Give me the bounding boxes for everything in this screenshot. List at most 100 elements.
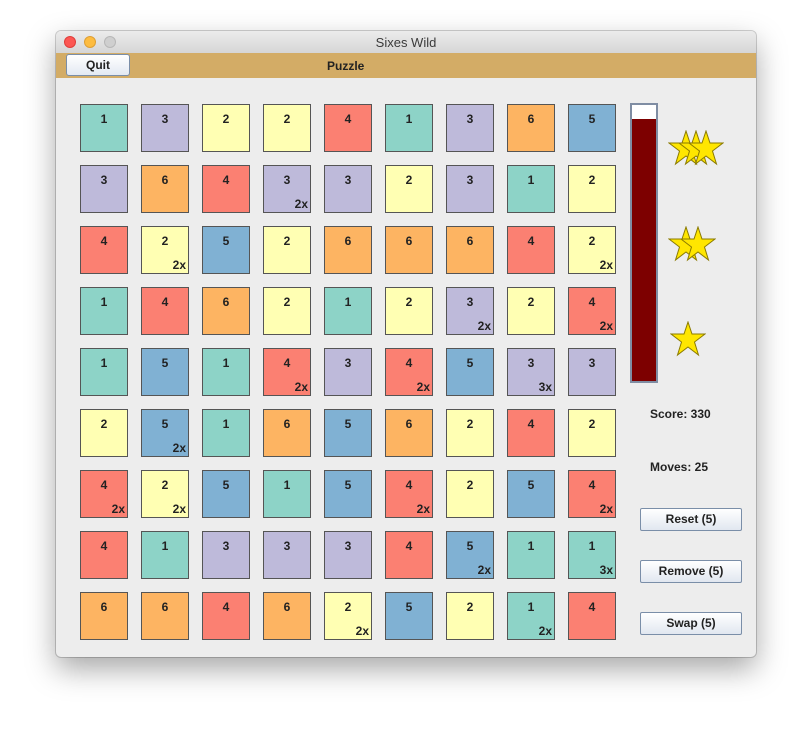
board-tile[interactable]: 6 — [385, 409, 433, 457]
board-tile[interactable]: 5 — [446, 348, 494, 396]
remove-button[interactable]: Remove (5) — [640, 560, 742, 583]
board-tile[interactable]: 2 — [446, 592, 494, 640]
board-tile[interactable]: 6 — [324, 226, 372, 274]
board-tile[interactable]: 2 — [80, 409, 128, 457]
board-tile[interactable]: 3 — [202, 531, 250, 579]
board-tile[interactable]: 6 — [446, 226, 494, 274]
board-tile[interactable]: 6 — [202, 287, 250, 335]
board-tile[interactable]: 2 — [446, 470, 494, 518]
board-tile[interactable]: 2 2x — [141, 470, 189, 518]
board-tile[interactable]: 3 2x — [446, 287, 494, 335]
tile-value: 1 — [527, 173, 535, 187]
board-tile[interactable]: 3 3x — [507, 348, 555, 396]
board-tile[interactable]: 1 3x — [568, 531, 616, 579]
board-tile[interactable]: 4 — [141, 287, 189, 335]
board-tile[interactable]: 1 — [202, 348, 250, 396]
tile-value: 4 — [527, 234, 535, 248]
board-tile[interactable]: 6 — [263, 409, 311, 457]
tile-value: 4 — [344, 112, 352, 126]
board-tile[interactable]: 1 — [202, 409, 250, 457]
board-tile[interactable]: 4 — [507, 409, 555, 457]
board-tile[interactable]: 2 — [263, 226, 311, 274]
board-tile[interactable]: 6 — [263, 592, 311, 640]
board-tile[interactable]: 4 — [80, 531, 128, 579]
tile-value: 3 — [588, 356, 596, 370]
quit-button[interactable]: Quit — [66, 54, 130, 76]
game-window: Sixes Wild Quit Puzzle 1 3 2 2 4 1 3 6 5 3 6 4 3 2x 3 2… — [56, 31, 756, 657]
board-tile[interactable]: 5 — [568, 104, 616, 152]
tile-multiplier: 2x — [599, 319, 613, 333]
board-tile[interactable]: 3 — [80, 165, 128, 213]
board-tile[interactable]: 3 — [446, 165, 494, 213]
board-tile[interactable]: 3 — [324, 531, 372, 579]
board-tile[interactable]: 2 2x — [568, 226, 616, 274]
board-tile[interactable]: 6 — [507, 104, 555, 152]
tile-multiplier: 2x — [477, 319, 491, 333]
board-tile[interactable]: 1 — [141, 531, 189, 579]
board-tile[interactable]: 4 — [202, 592, 250, 640]
board-tile[interactable]: 5 2x — [446, 531, 494, 579]
game-board: 1 3 2 2 4 1 3 6 5 3 6 4 3 2x 3 2 3 1 2 4 2 2x 5 2 6 6 6 4 2 2x 1 4 6 2 1 2 3… — [80, 104, 620, 644]
board-tile[interactable]: 3 — [446, 104, 494, 152]
board-tile[interactable]: 4 — [202, 165, 250, 213]
board-tile[interactable]: 5 — [507, 470, 555, 518]
board-tile[interactable]: 4 2x — [385, 348, 433, 396]
board-tile[interactable]: 2 — [507, 287, 555, 335]
tile-value: 3 — [283, 173, 291, 187]
board-tile[interactable]: 3 — [568, 348, 616, 396]
board-tile[interactable]: 3 — [141, 104, 189, 152]
board-tile[interactable]: 3 — [324, 348, 372, 396]
board-tile[interactable]: 4 — [507, 226, 555, 274]
board-tile[interactable]: 2 — [568, 165, 616, 213]
board-tile[interactable]: 6 — [385, 226, 433, 274]
board-tile[interactable]: 1 — [507, 531, 555, 579]
board-tile[interactable]: 1 — [324, 287, 372, 335]
board-tile[interactable]: 2 — [568, 409, 616, 457]
board-tile[interactable]: 3 — [324, 165, 372, 213]
tile-value: 4 — [405, 356, 413, 370]
board-tile[interactable]: 6 — [80, 592, 128, 640]
board-tile[interactable]: 5 — [324, 470, 372, 518]
board-tile[interactable]: 5 — [385, 592, 433, 640]
board-tile[interactable]: 3 2x — [263, 165, 311, 213]
board-tile[interactable]: 1 — [263, 470, 311, 518]
board-tile[interactable]: 2 — [446, 409, 494, 457]
board-tile[interactable]: 1 2x — [507, 592, 555, 640]
board-tile[interactable]: 1 — [507, 165, 555, 213]
board-tile[interactable]: 3 — [263, 531, 311, 579]
board-tile[interactable]: 1 — [385, 104, 433, 152]
tile-value: 4 — [100, 478, 108, 492]
board-tile[interactable]: 4 2x — [80, 470, 128, 518]
board-tile[interactable]: 2 2x — [324, 592, 372, 640]
tile-value: 3 — [527, 356, 535, 370]
board-tile[interactable]: 4 2x — [385, 470, 433, 518]
board-tile[interactable]: 6 — [141, 165, 189, 213]
board-tile[interactable]: 2 — [385, 287, 433, 335]
board-tile[interactable]: 5 — [202, 470, 250, 518]
board-tile[interactable]: 2 — [202, 104, 250, 152]
board-tile[interactable]: 2 — [263, 104, 311, 152]
board-tile[interactable]: 2 — [385, 165, 433, 213]
board-tile[interactable]: 4 2x — [568, 470, 616, 518]
board-tile[interactable]: 5 — [324, 409, 372, 457]
board-tile[interactable]: 1 — [80, 348, 128, 396]
board-tile[interactable]: 4 — [385, 531, 433, 579]
board-tile[interactable]: 6 — [141, 592, 189, 640]
board-tile[interactable]: 1 — [80, 104, 128, 152]
board-tile[interactable]: 1 — [80, 287, 128, 335]
tile-value: 4 — [222, 600, 230, 614]
board-tile[interactable]: 5 — [202, 226, 250, 274]
score-progress-meter — [630, 103, 658, 383]
board-tile[interactable]: 4 2x — [568, 287, 616, 335]
board-tile[interactable]: 5 2x — [141, 409, 189, 457]
board-tile[interactable]: 4 — [80, 226, 128, 274]
board-tile[interactable]: 4 — [568, 592, 616, 640]
board-tile[interactable]: 5 — [141, 348, 189, 396]
board-tile[interactable]: 2 — [263, 287, 311, 335]
swap-button[interactable]: Swap (5) — [640, 612, 742, 635]
board-tile[interactable]: 2 2x — [141, 226, 189, 274]
reset-button[interactable]: Reset (5) — [640, 508, 742, 531]
tile-value: 3 — [466, 112, 474, 126]
board-tile[interactable]: 4 — [324, 104, 372, 152]
board-tile[interactable]: 4 2x — [263, 348, 311, 396]
